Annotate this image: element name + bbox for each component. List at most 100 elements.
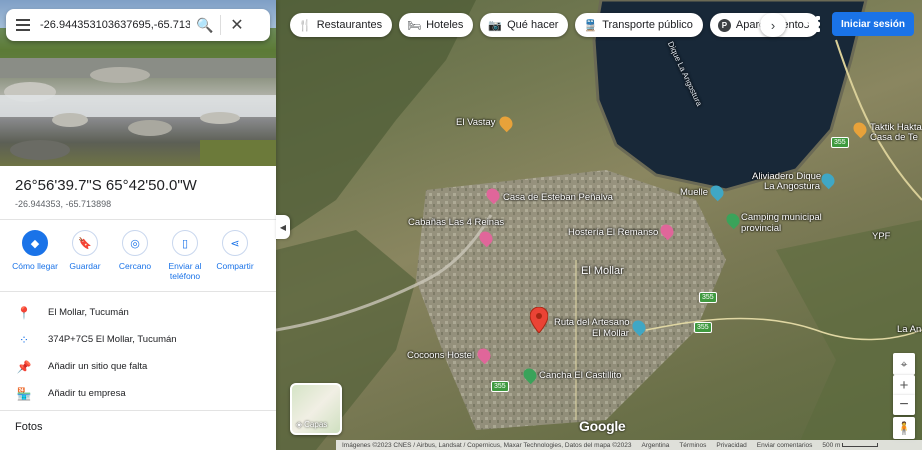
poi-ypf[interactable]: YPF (872, 232, 890, 242)
poi-cabanas[interactable]: Cabañas Las 4 Reinas (408, 218, 504, 228)
road-shield: 355 (831, 137, 849, 148)
chip-hoteles[interactable]: 🛏 Hoteles (399, 13, 474, 37)
place-title: 26°56'39.7"S 65°42'50.0"W (15, 177, 197, 194)
poi-cancha[interactable]: Cancha El Castillito (539, 371, 621, 381)
poi-ruta-artesano-sub[interactable]: El Mollar (592, 329, 629, 339)
action-label: Guardar (69, 261, 101, 271)
collapse-panel-button[interactable]: ◀ (276, 215, 290, 239)
info-add-place[interactable]: 📌 Añadir un sitio que falta (0, 353, 276, 380)
divider (0, 410, 276, 411)
search-input[interactable] (40, 19, 190, 31)
road-shield: 355 (491, 381, 509, 392)
crosshair-icon: ⌖ (900, 356, 908, 371)
google-logo: Google (579, 418, 626, 434)
terms-link[interactable]: Términos (679, 442, 706, 449)
satellite-map[interactable]: El Vastay Casa de Esteban Peñalva Cabaña… (276, 0, 922, 450)
info-text: El Mollar, Tucumán (48, 307, 129, 318)
transit-icon: 🚆 (583, 19, 598, 32)
chip-transporte[interactable]: 🚆 Transporte público (575, 13, 703, 37)
bookmark-icon: 🔖 (72, 230, 98, 256)
search-icon[interactable]: 🔍 (190, 17, 220, 34)
poi-ruta-artesano[interactable]: Ruta del Artesano (554, 318, 630, 328)
info-add-business[interactable]: 🏪 Añadir tu empresa (0, 380, 276, 407)
save-button[interactable]: 🔖 Guardar (60, 230, 110, 281)
poi-cocoons-hostel[interactable]: Cocoons Hostel (407, 351, 474, 361)
place-panel: 🔍 ✕ 26°56'39.7"S 65°42'50.0"W -26.944353… (0, 0, 276, 450)
dropped-pin-icon[interactable] (530, 307, 548, 333)
info-plus-code[interactable]: ⁘ 374P+7C5 El Mollar, Tucumán (0, 326, 276, 353)
apps-grid-icon[interactable] (804, 16, 820, 32)
action-buttons: ◆ Cómo llegar 🔖 Guardar ◎ Cercano ▯ Envi… (10, 230, 260, 281)
directions-icon: ◆ (22, 230, 48, 256)
country-link[interactable]: Argentina (641, 442, 669, 449)
sign-in-button[interactable]: Iniciar sesión (832, 12, 914, 36)
nearby-button[interactable]: ◎ Cercano (110, 230, 160, 281)
street-view-pegman[interactable]: 🧍 (893, 417, 915, 439)
poi-casa-esteban[interactable]: Casa de Esteban Peñalva (503, 193, 613, 203)
poi-taktik-sub[interactable]: Casa de Te (870, 133, 918, 143)
chip-que-hacer[interactable]: 📷 Qué hacer (480, 13, 569, 37)
action-label: Enviar al teléfono (168, 261, 202, 281)
poi-el-vastay[interactable]: El Vastay (456, 118, 495, 128)
chip-restaurantes[interactable]: 🍴 Restaurantes (290, 13, 393, 37)
menu-icon[interactable] (6, 19, 40, 31)
restaurant-icon: 🍴 (298, 19, 312, 32)
chip-label: Qué hacer (507, 19, 559, 31)
chip-label: Transporte público (602, 19, 693, 31)
zoom-in-button[interactable]: + (893, 375, 915, 395)
search-box: 🔍 ✕ (6, 9, 270, 41)
share-button[interactable]: ⋖ Compartir (210, 230, 260, 281)
send-to-phone-button[interactable]: ▯ Enviar al teléfono (160, 230, 210, 281)
hotel-icon: 🛏 (407, 19, 422, 32)
info-address[interactable]: 📍 El Mollar, Tucumán (0, 299, 276, 326)
layers-button[interactable]: ◈ Capas (290, 383, 342, 435)
poi-camping-sub[interactable]: provincial (741, 224, 781, 234)
action-label: Cercano (118, 261, 152, 271)
close-icon[interactable]: ✕ (221, 15, 253, 35)
maps-app: El Vastay Casa de Esteban Peñalva Cabaña… (0, 0, 922, 450)
parking-icon: P (717, 18, 731, 32)
chip-label: Hoteles (426, 19, 464, 31)
my-location-button[interactable]: ⌖ (893, 353, 915, 375)
info-text: 374P+7C5 El Mollar, Tucumán (48, 334, 177, 345)
pegman-icon: 🧍 (896, 421, 912, 435)
poi-hosteria[interactable]: Hostería El Remanso (568, 228, 658, 238)
divider (0, 219, 276, 220)
feedback-link[interactable]: Enviar comentarios (757, 442, 813, 449)
poi-muelle[interactable]: Muelle (680, 188, 708, 198)
share-icon: ⋖ (222, 230, 248, 256)
scale-bar[interactable]: 500 m (822, 441, 879, 449)
action-label: Compartir (216, 261, 254, 271)
phone-icon: ▯ (172, 230, 198, 256)
privacy-link[interactable]: Privacidad (716, 442, 746, 449)
category-chips: 🍴 Restaurantes 🛏 Hoteles 📷 Qué hacer 🚆 Trans… (290, 13, 820, 39)
map-terrain (276, 0, 922, 450)
directions-button[interactable]: ◆ Cómo llegar (10, 230, 60, 281)
zoom-out-button[interactable]: − (893, 395, 915, 415)
town-label-el-mollar: El Mollar (581, 265, 624, 277)
plus-icon: + (899, 376, 909, 394)
chips-next-button[interactable]: › (760, 13, 786, 37)
poi-camping[interactable]: Camping municipal (741, 213, 822, 223)
chevron-left-icon: ◀ (279, 222, 287, 232)
chip-label: Restaurantes (316, 19, 383, 31)
decimal-coordinates[interactable]: -26.944353, -65.713898 (15, 199, 111, 209)
poi-aliviadero-sub[interactable]: La Angostura (764, 182, 820, 192)
map-footer: Imágenes ©2023 CNES / Airbus, Landsat / … (336, 440, 922, 450)
location-pin-icon: 📍 (16, 305, 32, 320)
add-place-icon: 📌 (16, 359, 32, 374)
layers-label: ◈ Capas (296, 420, 327, 429)
divider (0, 291, 276, 292)
scale-line (842, 443, 879, 447)
layers-icon: ◈ (296, 420, 303, 429)
camera-icon: 📷 (488, 19, 503, 32)
poi-la-an[interactable]: La An (897, 325, 921, 335)
info-text: Añadir un sitio que falta (48, 361, 148, 372)
photos-heading: Fotos (15, 421, 43, 433)
business-icon: 🏪 (16, 386, 32, 401)
info-text: Añadir tu empresa (48, 388, 126, 399)
chevron-right-icon: › (770, 17, 776, 33)
minus-icon: − (899, 396, 909, 413)
scale-label: 500 m (822, 441, 841, 449)
attribution: Imágenes ©2023 CNES / Airbus, Landsat / … (342, 441, 632, 449)
